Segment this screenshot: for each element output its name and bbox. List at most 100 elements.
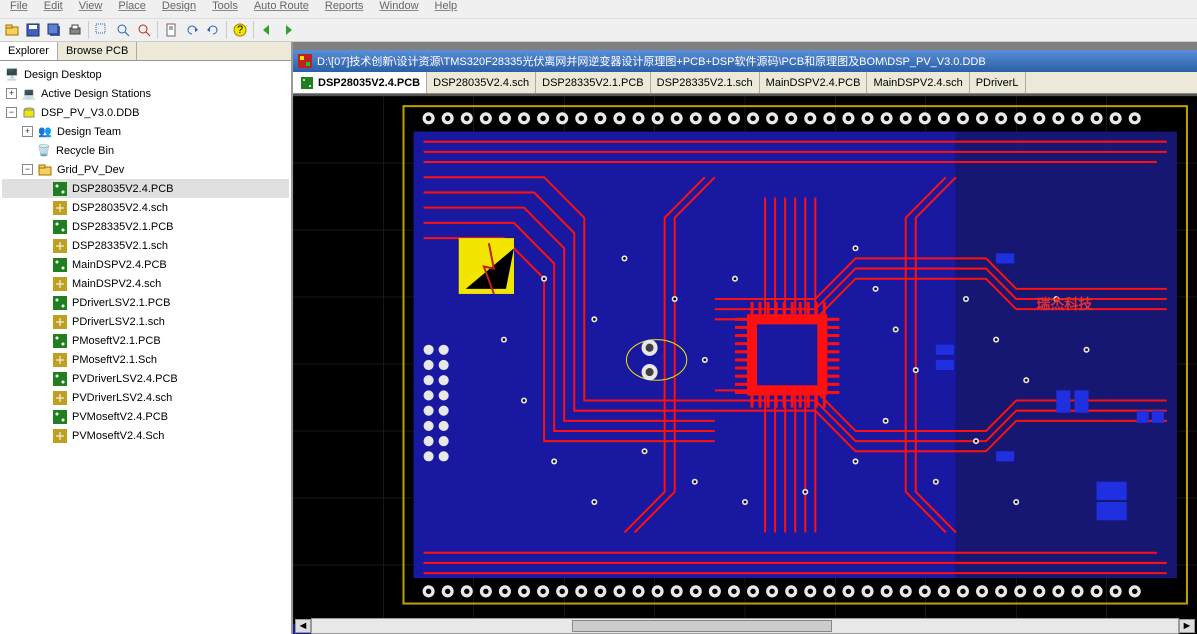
document-titlebar[interactable]: D:\[07]技术创新\设计资源\TMS320F28335光伏离网并网逆变器设计… [293, 50, 1197, 72]
scroll-left-icon[interactable]: ◄ [295, 619, 311, 633]
tree-file[interactable]: PVDriverLSV2.4.PCB [2, 369, 289, 388]
document-tabs: DSP28035V2.4.PCB DSP28035V2.4.sch DSP283… [293, 72, 1197, 94]
scroll-right-icon[interactable]: ► [1179, 619, 1195, 633]
toolbar-separator [226, 21, 227, 39]
tree-label: PMoseftV2.1.Sch [72, 354, 157, 366]
pcb-icon [52, 295, 68, 311]
tree-label: PDriverLSV2.1.PCB [72, 297, 170, 309]
save-all-icon[interactable] [44, 20, 64, 40]
app-icon [297, 53, 313, 69]
scrollbar-thumb[interactable] [572, 620, 832, 632]
expand-icon[interactable]: + [22, 126, 33, 137]
tree-file[interactable]: PVDriverLSV2.4.sch [2, 388, 289, 407]
database-icon [21, 105, 37, 121]
station-icon: 💻 [21, 86, 37, 102]
tree-label: DSP28335V2.1.PCB [72, 221, 174, 233]
tab-explorer[interactable]: Explorer [0, 42, 58, 60]
menu-tools[interactable]: Tools [206, 0, 244, 18]
tree-label: PVDriverLSV2.4.PCB [72, 373, 178, 385]
browse-right-icon[interactable] [278, 20, 298, 40]
print-icon[interactable] [65, 20, 85, 40]
tree-label: PVMoseftV2.4.PCB [72, 411, 168, 423]
save-icon[interactable] [23, 20, 43, 40]
tree-file[interactable]: MainDSPV2.4.sch [2, 274, 289, 293]
help-icon[interactable]: ? [230, 20, 250, 40]
doc-tab[interactable]: PDriverL [970, 72, 1026, 93]
tree-file[interactable]: PVMoseftV2.4.PCB [2, 407, 289, 426]
tree-file[interactable]: DSP28335V2.1.PCB [2, 217, 289, 236]
tree-label: Recycle Bin [56, 145, 114, 157]
doc-tab-active[interactable]: DSP28035V2.4.PCB [293, 72, 427, 93]
tree-label: Grid_PV_Dev [57, 164, 124, 176]
menu-view[interactable]: View [73, 0, 109, 18]
menu-help[interactable]: Help [429, 0, 464, 18]
tab-label: DSP28035V2.4.sch [433, 77, 529, 89]
tree-label: DSP28035V2.4.sch [72, 202, 168, 214]
sch-icon [52, 238, 68, 254]
sch-icon [52, 276, 68, 292]
tree-file[interactable]: DSP28035V2.4.PCB [2, 179, 289, 198]
tree-file[interactable]: PMoseftV2.1.PCB [2, 331, 289, 350]
design-tree[interactable]: 🖥️ Design Desktop + 💻 Active Design Stat… [0, 61, 291, 634]
tree-file[interactable]: PVMoseftV2.4.Sch [2, 426, 289, 445]
doc-tab[interactable]: DSP28335V2.1.sch [651, 72, 760, 93]
tree-label: DSP_PV_V3.0.DDB [41, 107, 139, 119]
zoom-selected-icon[interactable] [134, 20, 154, 40]
collapse-icon[interactable]: − [22, 164, 33, 175]
report-icon[interactable] [161, 20, 181, 40]
tree-stations[interactable]: + 💻 Active Design Stations [2, 84, 289, 103]
menu-window[interactable]: Window [373, 0, 424, 18]
horizontal-scrollbar[interactable]: ◄ ► [311, 618, 1179, 634]
zoom-fit-icon[interactable] [113, 20, 133, 40]
tree-file[interactable]: MainDSPV2.4.PCB [2, 255, 289, 274]
pcb-canvas[interactable]: 瑞杰科技 ◄ ► [293, 94, 1197, 634]
tab-browse-pcb[interactable]: Browse PCB [58, 42, 137, 60]
svg-text:?: ? [237, 24, 243, 36]
sch-icon [52, 390, 68, 406]
silkscreen-text: 瑞杰科技 [1036, 296, 1093, 312]
sch-icon [52, 428, 68, 444]
tree-file[interactable]: PMoseftV2.1.Sch [2, 350, 289, 369]
toolbar-separator [157, 21, 158, 39]
explorer-panel: Explorer Browse PCB 🖥️ Design Desktop + … [0, 42, 293, 634]
tab-label: DSP28335V2.1.sch [657, 77, 753, 89]
redo-icon[interactable] [203, 20, 223, 40]
document-title: D:\[07]技术创新\设计资源\TMS320F28335光伏离网并网逆变器设计… [317, 53, 1193, 69]
tree-file[interactable]: DSP28335V2.1.sch [2, 236, 289, 255]
doc-tab[interactable]: MainDSPV2.4.PCB [760, 72, 868, 93]
menu-reports[interactable]: Reports [319, 0, 370, 18]
document-area: D:\[07]技术创新\设计资源\TMS320F28335光伏离网并网逆变器设计… [293, 42, 1197, 634]
menu-file[interactable]: File [4, 0, 34, 18]
tree-file[interactable]: PDriverLSV2.1.PCB [2, 293, 289, 312]
collapse-icon[interactable]: − [6, 107, 17, 118]
tree-design-team[interactable]: + 👥 Design Team [2, 122, 289, 141]
menu-autoroute[interactable]: Auto Route [248, 0, 315, 18]
menu-design[interactable]: Design [156, 0, 202, 18]
menu-edit[interactable]: Edit [38, 0, 69, 18]
expand-icon[interactable]: + [6, 88, 17, 99]
menu-place[interactable]: Place [112, 0, 152, 18]
tree-file[interactable]: DSP28035V2.4.sch [2, 198, 289, 217]
tab-label: PDriverL [976, 77, 1019, 89]
pcb-render: 瑞杰科技 [293, 96, 1197, 634]
team-icon: 👥 [37, 124, 53, 140]
sch-icon [52, 314, 68, 330]
tree-file[interactable]: PDriverLSV2.1.sch [2, 312, 289, 331]
tree-label: Design Team [57, 126, 121, 138]
doc-tab[interactable]: MainDSPV2.4.sch [867, 72, 969, 93]
pcb-icon [52, 371, 68, 387]
browse-left-icon[interactable] [257, 20, 277, 40]
pcb-icon [299, 75, 315, 91]
zoom-region-icon[interactable] [92, 20, 112, 40]
open-folder-icon[interactable] [2, 20, 22, 40]
tree-recycle[interactable]: 🗑️ Recycle Bin [2, 141, 289, 160]
tree-label: DSP28335V2.1.sch [72, 240, 168, 252]
doc-tab[interactable]: DSP28035V2.4.sch [427, 72, 536, 93]
doc-tab[interactable]: DSP28335V2.1.PCB [536, 72, 651, 93]
mdi-gap [293, 42, 1197, 50]
tree-ddb[interactable]: − DSP_PV_V3.0.DDB [2, 103, 289, 122]
tree-folder[interactable]: − Grid_PV_Dev [2, 160, 289, 179]
undo-icon[interactable] [182, 20, 202, 40]
tree-label: PVMoseftV2.4.Sch [72, 430, 164, 442]
tree-root[interactable]: 🖥️ Design Desktop [2, 65, 289, 84]
